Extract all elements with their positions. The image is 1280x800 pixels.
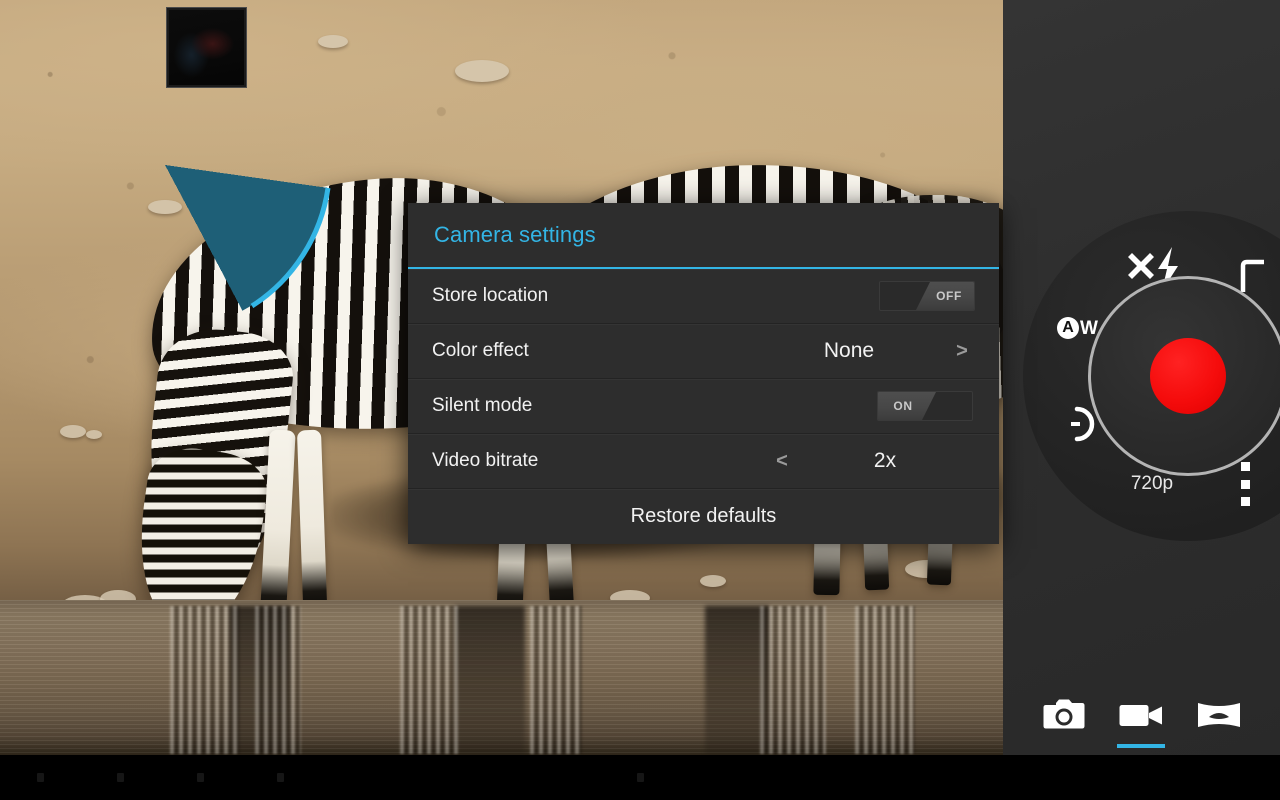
setting-label-video-bitrate: Video bitrate [432,450,538,472]
setting-control-video-bitrate: < 2x [769,434,933,488]
dot [1241,462,1250,471]
video-bitrate-value: 2x [837,449,933,473]
dot [1241,480,1250,489]
setting-label-silent-mode: Silent mode [432,395,532,417]
nav-dot[interactable] [37,773,44,782]
nav-dot[interactable] [197,773,204,782]
camera-icon [1043,699,1085,731]
dialog-title-bar: Camera settings [408,203,999,269]
video-mode-button[interactable] [1112,680,1170,750]
restore-defaults-button[interactable]: Restore defaults [408,489,999,544]
wb-w-letter: W [1080,319,1098,338]
mode-selected-underline [1117,744,1165,748]
setting-control-color-effect: None > [801,324,975,378]
setting-row-store-location[interactable]: Store location OFF [408,269,999,324]
dial-highlight-arc [0,0,334,334]
wb-auto-letter: A [1057,317,1079,339]
scene-rock [86,430,102,439]
setting-label-store-location: Store location [432,285,548,307]
scene-rock [60,425,86,438]
scene-reflection [400,606,458,754]
chevron-left-icon[interactable]: < [769,451,795,471]
overflow-menu-dots-icon[interactable] [1239,462,1251,506]
setting-control-silent-mode: ON [877,379,973,433]
scene-reflection [255,606,301,754]
nav-dot[interactable] [277,773,284,782]
color-effect-value: None [801,339,897,363]
video-resolution-label[interactable]: 720p [1110,473,1194,495]
setting-control-store-location: OFF [879,269,975,323]
nav-dot[interactable] [117,773,124,782]
camera-app-screen: Camera settings Store location OFF Color… [0,0,1280,800]
setting-row-silent-mode[interactable]: Silent mode ON [408,379,999,434]
scene-reflection [760,606,826,754]
chevron-right-icon[interactable]: > [949,341,975,361]
scene-reflection [855,606,915,754]
store-location-toggle[interactable]: OFF [879,281,975,311]
store-location-toggle-label: OFF [916,282,974,310]
system-navigation-bar [0,755,1280,800]
silent-mode-toggle[interactable]: ON [877,391,973,421]
scene-reflection [455,606,525,754]
restore-defaults-label: Restore defaults [631,505,777,528]
scene-reflection [530,606,582,754]
scene-reflection [170,606,240,754]
scene-rock [455,60,509,82]
nav-dot[interactable] [637,773,644,782]
partial-edge-icon[interactable] [1238,258,1264,292]
panorama-mode-button[interactable] [1190,680,1248,750]
capture-mode-bar [1003,675,1280,755]
panorama-icon [1197,700,1241,730]
silent-mode-toggle-label: ON [878,392,936,420]
dot [1241,497,1250,506]
setting-row-color-effect[interactable]: Color effect None > [408,324,999,379]
dialog-title: Camera settings [434,222,596,248]
photo-mode-button[interactable] [1035,680,1093,750]
setting-label-color-effect: Color effect [432,340,529,362]
scene-rock [700,575,726,587]
video-camera-icon [1119,701,1163,729]
record-button[interactable] [1150,338,1226,414]
setting-row-video-bitrate[interactable]: Video bitrate < 2x [408,434,999,489]
camera-settings-dialog: Camera settings Store location OFF Color… [408,203,999,544]
